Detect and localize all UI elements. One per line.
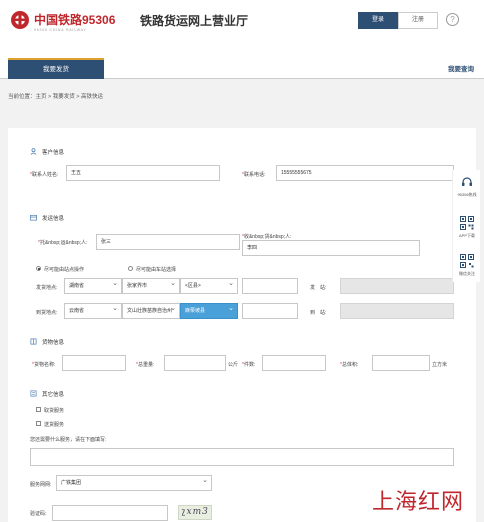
sender-label: *托&nbsp;运&nbsp;人: [38, 240, 88, 246]
register-button[interactable]: 注册 [398, 12, 438, 29]
radio-door-option[interactable] [128, 266, 133, 271]
headset-icon[interactable] [461, 176, 473, 188]
nav-bar: 我要发货 我要查询 [0, 58, 484, 79]
delivery-service-label: 送货服务 [44, 422, 65, 428]
shipping-icon [30, 214, 37, 221]
goods-name-input[interactable] [62, 355, 126, 371]
origin-province-select[interactable]: 湖南省 [64, 278, 122, 294]
wechat-qr-icon[interactable] [460, 254, 474, 268]
extra-service-textarea[interactable] [30, 448, 454, 466]
volume-input[interactable] [372, 355, 430, 371]
goods-section-title: 货物信息 [42, 340, 65, 346]
tab-ship-goods[interactable]: 我要发货 [8, 60, 104, 79]
side-toolbar: 95306热线 APP下载 微信关注 [452, 170, 480, 282]
dest-station-label: 到 站: [310, 310, 327, 316]
radio-door-label: 尽可能由车站选择 [136, 267, 177, 273]
weight-unit: 公斤 [228, 362, 239, 368]
service-network-label: 服务网网: [30, 482, 52, 488]
weight-label: *总重量: [136, 362, 155, 368]
receiver-label: *收&nbsp;货&nbsp;人: [242, 234, 292, 240]
app-download-label[interactable]: APP下载 [453, 233, 481, 239]
other-section-title: 其它信息 [42, 392, 65, 398]
breadcrumb: 当前位置：主页 > 我要发货 > 高铁快运 [8, 94, 104, 100]
logo-text: 中国铁路95306 [34, 13, 116, 27]
customer-section-title: 客户信息 [42, 150, 65, 156]
delivery-service-checkbox[interactable] [36, 421, 41, 426]
dest-address-input[interactable] [242, 303, 298, 319]
goods-icon [30, 338, 37, 345]
captcha-label: 验证码: [30, 511, 47, 517]
origin-label: 发货地点: [36, 285, 58, 291]
site-title: 铁路货运网上营业厅 [140, 14, 249, 28]
origin-station-input [340, 278, 454, 294]
weight-label-text: 总重量: [137, 362, 155, 368]
volume-label: *总体积: [340, 362, 359, 368]
contact-phone-label-text: 联系电话: [243, 172, 266, 178]
contact-name-input[interactable]: 王五 [66, 165, 220, 181]
volume-unit: 立方米 [432, 362, 448, 368]
count-label: *件数: [242, 362, 256, 368]
radio-station-label: 尽可能由站点操作 [44, 267, 85, 273]
dest-district-select[interactable]: 麻栗坡县 [180, 303, 238, 319]
origin-address-input[interactable] [242, 278, 298, 294]
shipping-section-title: 发运信息 [42, 216, 65, 222]
railway-emblem-icon [11, 11, 29, 29]
origin-city-select[interactable]: 张家界市 [122, 278, 180, 294]
contact-phone-input[interactable]: 15555555675 [276, 165, 454, 181]
weight-input[interactable] [164, 355, 226, 371]
dest-province-select[interactable]: 云南省 [64, 303, 122, 319]
query-link[interactable]: 我要查询 [448, 63, 474, 73]
sender-input[interactable]: 张三 [96, 234, 240, 250]
destination-label: 到货地点: [36, 310, 58, 316]
sender-label-text: 托&nbsp;运&nbsp;人: [39, 240, 88, 246]
railway-logo[interactable]: 中国铁路95306 95306 CHINA RAILWAY [10, 8, 122, 38]
hotline-label[interactable]: 95306热线 [453, 192, 481, 198]
dest-station-input [340, 303, 454, 319]
origin-station-label: 发 站: [310, 285, 327, 291]
pickup-service-label: 取货服务 [44, 408, 65, 414]
top-header: 中国铁路95306 95306 CHINA RAILWAY 铁路货运网上营业厅 … [0, 0, 484, 58]
app-qr-icon[interactable] [460, 216, 474, 230]
contact-name-label: *联系人姓名: [30, 172, 59, 178]
count-input[interactable] [262, 355, 326, 371]
help-icon[interactable]: ? [446, 13, 459, 26]
captcha-image[interactable]: ʅxm3 [178, 505, 212, 520]
pickup-service-checkbox[interactable] [36, 407, 41, 412]
contact-phone-label: *联系电话: [242, 172, 266, 178]
wechat-follow-label[interactable]: 微信关注 [453, 271, 481, 277]
captcha-input[interactable] [52, 505, 168, 521]
info-icon [30, 390, 37, 397]
contact-name-label-text: 联系人姓名: [31, 172, 59, 178]
login-button[interactable]: 登录 [358, 12, 398, 29]
logo-subtitle: 95306 CHINA RAILWAY [34, 28, 87, 32]
user-icon [30, 148, 37, 155]
goods-name-label-text: 货物名称: [33, 362, 56, 368]
receiver-input[interactable]: 李四 [242, 240, 420, 256]
volume-label-text: 总体积: [341, 362, 359, 368]
extra-service-label: 您还需要什么服务，请在下面填写: [30, 437, 107, 443]
origin-district-select[interactable]: <区县> [180, 278, 238, 294]
dest-city-select[interactable]: 文山壮族苗族自治州 [122, 303, 180, 319]
count-label-text: 件数: [243, 362, 256, 368]
service-network-select[interactable]: 广铁集团 [56, 475, 212, 491]
radio-station-option[interactable] [36, 266, 41, 271]
watermark: 上海红网 [372, 490, 465, 515]
goods-name-label: *货物名称: [32, 362, 56, 368]
